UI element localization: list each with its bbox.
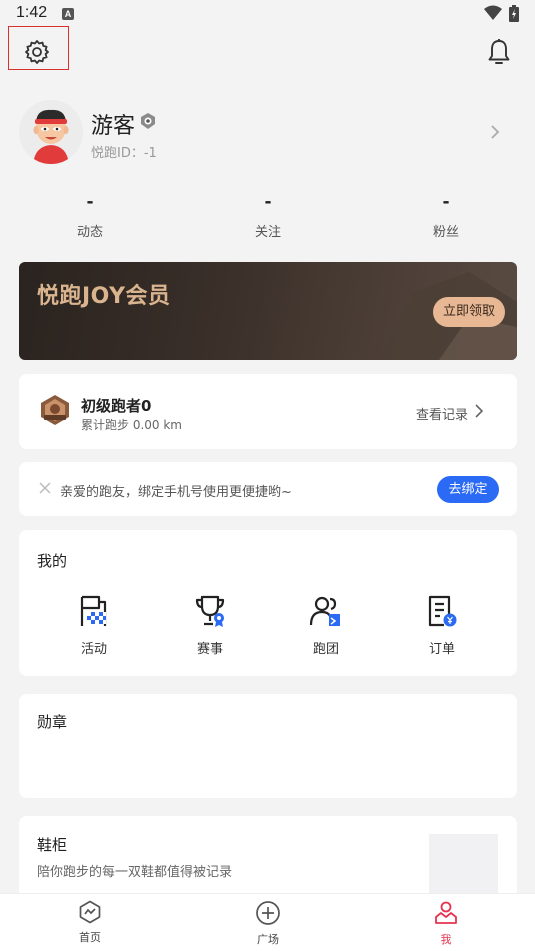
bind-phone-text: 亲爱的跑友，绑定手机号使用更便捷哟~ xyxy=(60,485,292,500)
wifi-icon xyxy=(484,5,502,20)
orders-label: 订单 xyxy=(428,642,455,657)
group-icon xyxy=(309,596,340,626)
bell-icon[interactable] xyxy=(487,38,511,66)
running-groups-label: 跑团 xyxy=(312,642,339,657)
posts-count[interactable]: - xyxy=(50,192,130,212)
posts-label[interactable]: 动态 xyxy=(50,221,130,240)
level-badge-icon xyxy=(41,395,69,425)
plus-circle-icon xyxy=(256,901,280,925)
order-icon xyxy=(428,595,457,627)
nav-home[interactable]: 首页 xyxy=(60,900,120,945)
orders-entry[interactable]: 订单 xyxy=(407,594,477,657)
running-groups-entry[interactable]: 跑团 xyxy=(291,594,361,657)
chevron-right-icon[interactable] xyxy=(490,124,500,140)
avatar[interactable] xyxy=(19,100,83,164)
following-label[interactable]: 关注 xyxy=(228,221,308,240)
shoe-cabinet-title: 鞋柜 xyxy=(37,836,68,854)
mine-section: 我的 活动 赛事 跑团 订单 xyxy=(19,530,517,676)
followers-label[interactable]: 粉丝 xyxy=(406,221,486,240)
bind-phone-card: 亲爱的跑友，绑定手机号使用更便捷哟~ 去绑定 xyxy=(19,462,517,516)
status-bar: 1:42 A xyxy=(0,0,535,28)
flag-icon xyxy=(80,595,107,626)
username: 游客 xyxy=(91,114,136,139)
member-banner[interactable]: 悦跑JOY会员 立即领取 xyxy=(19,262,517,360)
activities-entry[interactable]: 活动 xyxy=(59,594,129,657)
events-label: 赛事 xyxy=(196,642,223,657)
medals-title: 勋章 xyxy=(37,713,68,731)
nav-square-label: 广场 xyxy=(257,933,279,946)
nav-square[interactable]: 广场 xyxy=(238,900,298,947)
trophy-icon xyxy=(195,595,225,627)
gear-icon[interactable] xyxy=(24,39,50,65)
runner-level-card[interactable]: 初级跑者0 累计跑步 0.00 km 查看记录 xyxy=(19,374,517,449)
chevron-right-icon[interactable] xyxy=(475,404,483,418)
user-id: 悦跑ID：-1 xyxy=(91,146,157,161)
member-title: 悦跑JOY会员 xyxy=(37,284,171,309)
mine-title: 我的 xyxy=(37,552,68,570)
nav-me-label: 我 xyxy=(440,933,452,946)
a-notification-icon: A xyxy=(62,8,74,20)
level-title: 初级跑者0 xyxy=(81,397,152,415)
followers-count[interactable]: - xyxy=(406,192,486,212)
bottom-navigation: 首页 广场 我 xyxy=(0,893,535,951)
status-time: 1:42 xyxy=(16,4,48,21)
guest-badge-icon xyxy=(141,113,155,129)
nav-me[interactable]: 我 xyxy=(416,900,476,947)
shoe-cabinet-subtitle: 陪你跑步的每一双鞋都值得被记录 xyxy=(37,865,233,880)
runner-avatar-icon xyxy=(19,100,83,164)
following-count[interactable]: - xyxy=(228,192,308,212)
nav-home-label: 首页 xyxy=(79,931,101,944)
close-icon[interactable] xyxy=(39,482,51,494)
events-entry[interactable]: 赛事 xyxy=(175,594,245,657)
view-records-link[interactable]: 查看记录 xyxy=(416,404,468,423)
me-icon xyxy=(435,901,457,924)
bind-phone-button[interactable]: 去绑定 xyxy=(437,476,499,503)
activities-label: 活动 xyxy=(80,642,107,657)
claim-member-button[interactable]: 立即领取 xyxy=(433,297,505,327)
home-icon xyxy=(79,900,101,924)
medals-section[interactable]: 勋章 xyxy=(19,694,517,798)
total-distance: 累计跑步 0.00 km xyxy=(81,418,182,432)
battery-icon xyxy=(509,5,519,22)
